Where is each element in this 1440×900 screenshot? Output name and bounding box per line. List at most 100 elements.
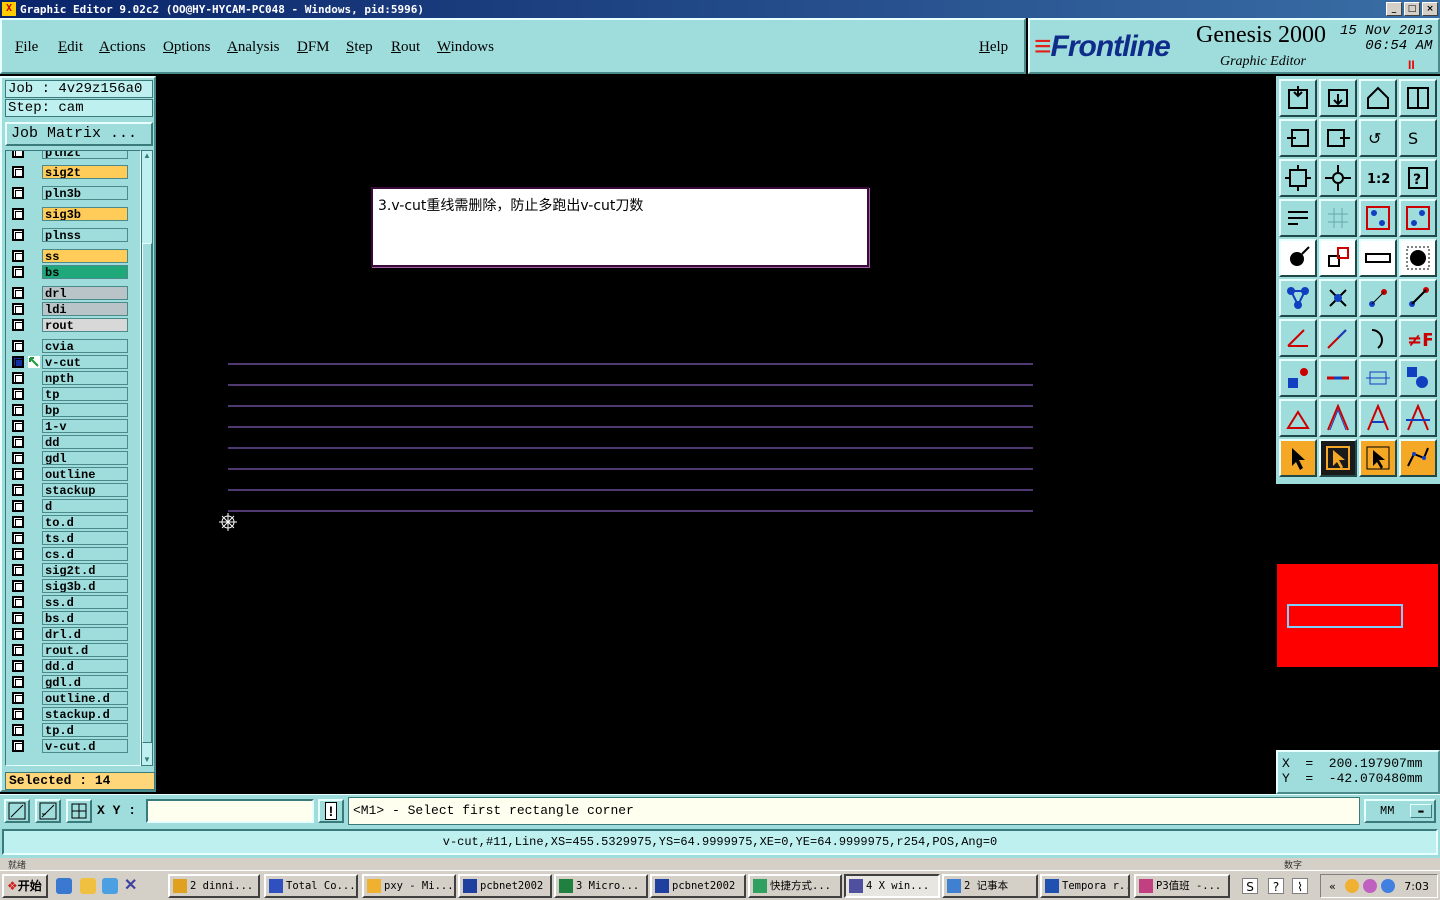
taskbar-button[interactable]: pxy - Mi... (362, 874, 456, 898)
triangle-tool-button[interactable] (1279, 399, 1317, 437)
layer-checkbox[interactable] (12, 548, 24, 560)
taskbar-button[interactable]: Total Co... (264, 874, 358, 898)
layer-row[interactable]: dd (6, 435, 140, 449)
open-tool-button[interactable] (1279, 79, 1317, 117)
layer-row[interactable]: tp.d (6, 723, 140, 737)
tray-expand-icon[interactable]: « (1329, 880, 1336, 893)
menu-actions[interactable]: Actions (99, 39, 146, 56)
center-snap-button[interactable] (66, 799, 92, 823)
x-server-icon[interactable]: ✕ (124, 878, 140, 894)
browser-icon[interactable] (102, 878, 118, 894)
layer-name[interactable]: drl (42, 286, 128, 300)
layer-checkbox[interactable] (12, 166, 24, 178)
node-tool-button[interactable] (1279, 279, 1317, 317)
layer-swap2-tool-button[interactable] (1399, 199, 1437, 237)
layer-checkbox[interactable] (12, 388, 24, 400)
help-icon[interactable]: ? (1268, 878, 1284, 894)
layer-row[interactable]: bs.d (6, 611, 140, 625)
layer-name[interactable]: gdl (42, 451, 128, 465)
layer-name[interactable]: stackup (42, 483, 128, 497)
maximize-button[interactable]: □ (1404, 2, 1420, 16)
layer-row[interactable]: plnss (6, 228, 140, 242)
layer-name[interactable]: sig2t.d (42, 563, 128, 577)
pause-icon[interactable]: II (1408, 58, 1415, 72)
layer-checkbox[interactable] (12, 340, 24, 352)
menu-step[interactable]: Step (346, 39, 373, 56)
layer-name[interactable]: plnss (42, 228, 128, 242)
layer-row[interactable]: npth (6, 371, 140, 385)
menu-options[interactable]: Options (163, 39, 211, 56)
menu-windows[interactable]: Windows (437, 39, 494, 56)
layer-name[interactable]: d (42, 499, 128, 513)
surface-tool-button[interactable] (1399, 239, 1437, 277)
layer-checkbox[interactable] (12, 740, 24, 752)
layer-row[interactable]: bs (6, 265, 140, 279)
menu-edit[interactable]: Edit (58, 39, 83, 56)
layer-name[interactable]: outline.d (42, 691, 128, 705)
layer-row[interactable]: cs.d (6, 547, 140, 561)
taskbar-button[interactable]: 3 Micro... (554, 874, 648, 898)
tray-network-icon[interactable] (1381, 879, 1395, 893)
poly-a-tool-button[interactable] (1319, 399, 1357, 437)
layer-name[interactable]: drl.d (42, 627, 128, 641)
layer-checkbox[interactable] (12, 303, 24, 315)
scale-tool-button[interactable]: 1:2 (1359, 159, 1397, 197)
sound-icon[interactable]: ⌇ (1292, 878, 1308, 894)
scroll-up-icon[interactable]: ▲ (143, 152, 151, 160)
layer-list[interactable]: pln2t sig2t pln3b sig3b plnss ss bs drl ldi rout c… (5, 150, 141, 766)
layer-name[interactable]: tp (42, 387, 128, 401)
layer-row[interactable]: pln3b (6, 186, 140, 200)
select-box-tool-button[interactable] (1359, 439, 1397, 477)
stretch-tool-button[interactable] (1399, 279, 1437, 317)
layer-row[interactable]: rout (6, 318, 140, 332)
taskbar-button[interactable]: pcbnet2002 (458, 874, 552, 898)
layer-name[interactable]: bs.d (42, 611, 128, 625)
menu-help[interactable]: Help (979, 39, 1008, 56)
layer-checkbox[interactable] (12, 372, 24, 384)
zoom-fit-tool-button[interactable] (1279, 159, 1317, 197)
taskbar-button[interactable]: 2 dinni... (168, 874, 260, 898)
ie-icon[interactable] (56, 878, 72, 894)
layer-checkbox[interactable] (12, 319, 24, 331)
layer-row[interactable]: cvia (6, 339, 140, 353)
query-tool-button[interactable]: ? (1399, 159, 1437, 197)
layer-checkbox[interactable] (12, 266, 24, 278)
layer-name[interactable]: ss (42, 249, 128, 263)
layer-checkbox[interactable] (12, 187, 24, 199)
layer-name[interactable]: sig3b.d (42, 579, 128, 593)
pen-tool-button[interactable] (1319, 319, 1357, 357)
text-tool-button[interactable]: ≠F (1399, 319, 1437, 357)
layer-list-scrollbar[interactable]: ▲ ▼ (141, 150, 153, 766)
layer-checkbox[interactable] (12, 596, 24, 608)
layer-checkbox[interactable] (12, 356, 24, 368)
layer-checkbox[interactable] (12, 644, 24, 656)
pad-tool-button[interactable] (1279, 239, 1317, 277)
layer-row[interactable]: v-cut.d (6, 739, 140, 753)
home-tool-button[interactable] (1359, 79, 1397, 117)
layer-checkbox[interactable] (12, 500, 24, 512)
undo-tool-button[interactable]: ↺ (1359, 119, 1397, 157)
cross-tool-button[interactable] (1319, 279, 1357, 317)
layer-row[interactable]: sig3b.d (6, 579, 140, 593)
layer-row[interactable]: ss (6, 249, 140, 263)
layer-name[interactable]: rout (42, 318, 128, 332)
copy-tool-button[interactable] (1399, 359, 1437, 397)
layer-name[interactable]: stackup.d (42, 707, 128, 721)
save-tool-button[interactable] (1319, 79, 1357, 117)
layer-name[interactable]: cs.d (42, 547, 128, 561)
layer-name[interactable]: rout.d (42, 643, 128, 657)
zoom-home-tool-button[interactable] (1279, 119, 1317, 157)
layer-name[interactable]: gdl.d (42, 675, 128, 689)
layer-checkbox[interactable] (12, 628, 24, 640)
layer-checkbox[interactable] (12, 676, 24, 688)
panel-tool-button[interactable] (1399, 79, 1437, 117)
layer-name[interactable]: pln3b (42, 186, 128, 200)
layer-row[interactable]: gdl (6, 451, 140, 465)
menu-dfm[interactable]: DFM (297, 39, 330, 56)
layer-row[interactable]: stackup (6, 483, 140, 497)
menu-rout[interactable]: Rout (391, 39, 420, 56)
taskbar-button[interactable]: 4 X win... (844, 874, 940, 898)
select-tool-button[interactable] (1319, 439, 1357, 477)
layer-row[interactable]: drl (6, 286, 140, 300)
start-button[interactable]: ❖开始 (2, 874, 48, 898)
